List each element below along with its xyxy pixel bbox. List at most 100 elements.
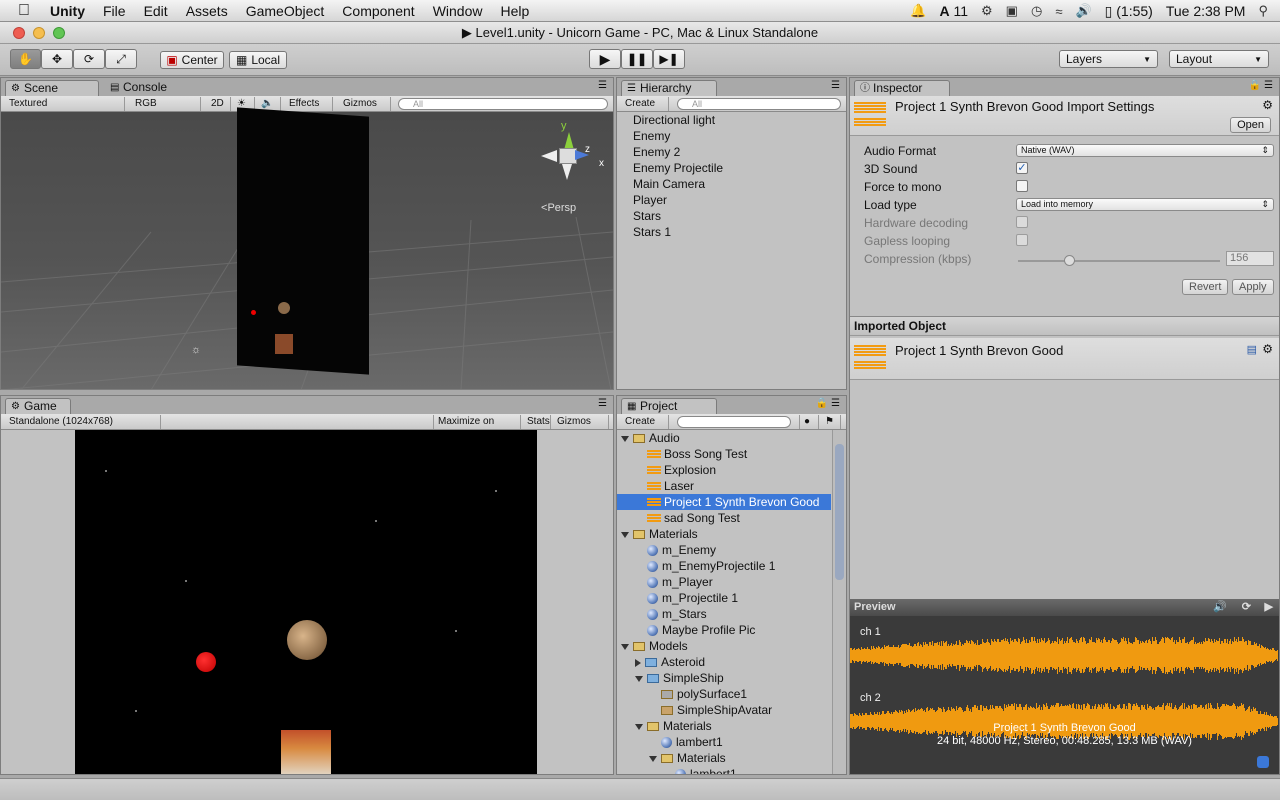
filter-by-type-button[interactable]: ● bbox=[799, 415, 819, 429]
project-tree-row[interactable]: SimpleShipAvatar bbox=[617, 702, 831, 718]
project-tree-row[interactable]: lambert1 bbox=[617, 766, 831, 774]
inspector-lock-icon[interactable]: 🔒 bbox=[1249, 80, 1261, 91]
hierarchy-item[interactable]: Player bbox=[633, 192, 667, 208]
compression-slider-track[interactable] bbox=[1018, 260, 1220, 262]
project-tree-row[interactable]: Boss Song Test bbox=[617, 446, 831, 462]
menu-assets[interactable]: Assets bbox=[186, 0, 228, 22]
project-create-dropdown[interactable]: Create bbox=[621, 415, 669, 429]
menu-edit[interactable]: Edit bbox=[144, 0, 168, 22]
scene-viewport[interactable]: ☼ y z x <Persp bbox=[1, 107, 613, 389]
shading-mode-dropdown[interactable]: Textured bbox=[5, 97, 125, 111]
apple-icon[interactable]:  bbox=[18, 0, 38, 22]
hierarchy-search-input[interactable]: All bbox=[677, 98, 841, 110]
scene-gizmos-dropdown[interactable]: Gizmos bbox=[339, 97, 391, 111]
project-tree-row[interactable]: Audio bbox=[617, 430, 831, 446]
background-quad[interactable] bbox=[237, 107, 369, 375]
hierarchy-item[interactable]: Enemy 2 bbox=[633, 144, 680, 160]
time-machine-icon[interactable]: ◷ bbox=[1031, 3, 1042, 19]
menu-file[interactable]: File bbox=[103, 0, 126, 22]
collapse-arrow-icon[interactable] bbox=[635, 658, 641, 667]
wifi-icon[interactable]: ≈ bbox=[1055, 4, 1062, 19]
gear-circle-icon[interactable]: ⚙ bbox=[981, 3, 993, 19]
open-button[interactable]: Open bbox=[1230, 117, 1271, 133]
project-tree-row[interactable]: Laser bbox=[617, 478, 831, 494]
maximize-on-play-toggle[interactable]: Maximize on Play bbox=[433, 415, 521, 441]
project-tree-row[interactable]: m_EnemyProjectile 1 bbox=[617, 558, 831, 574]
menu-help[interactable]: Help bbox=[500, 0, 529, 22]
expand-arrow-icon[interactable] bbox=[621, 531, 629, 538]
scene-search-input[interactable]: All bbox=[398, 98, 608, 110]
preview-resize-icon[interactable] bbox=[1257, 756, 1269, 768]
pause-button[interactable]: ❚❚ bbox=[621, 49, 653, 69]
tab-scene[interactable]: ⚙ Scene bbox=[5, 80, 99, 96]
tab-game[interactable]: ⚙ Game bbox=[5, 398, 71, 414]
project-tree-row[interactable]: Materials bbox=[617, 526, 831, 542]
project-tree-row[interactable]: m_Player bbox=[617, 574, 831, 590]
project-tree-row[interactable]: Materials bbox=[617, 750, 831, 766]
player-object[interactable] bbox=[275, 334, 293, 354]
preview-play-icon[interactable]: ▶ bbox=[1265, 599, 1273, 616]
hierarchy-item[interactable]: Directional light bbox=[633, 112, 715, 128]
pivot-local-toggle[interactable]: ▦ Local bbox=[229, 51, 287, 69]
hierarchy-item[interactable]: Stars bbox=[633, 208, 661, 224]
play-button[interactable]: ▶ bbox=[589, 49, 621, 69]
project-tree-row[interactable]: lambert1 bbox=[617, 734, 831, 750]
inspector-menu-icon[interactable]: ☰ bbox=[1264, 80, 1273, 91]
menu-component[interactable]: Component bbox=[342, 0, 414, 22]
panel-menu-icon[interactable]: ☰ bbox=[598, 80, 607, 91]
project-tree-row[interactable]: Models bbox=[617, 638, 831, 654]
asteroid-object[interactable] bbox=[278, 302, 290, 314]
gapless-looping-checkbox[interactable] bbox=[1016, 234, 1028, 246]
menu-gameobject[interactable]: GameObject bbox=[246, 0, 325, 22]
imported-gear-icon[interactable]: ⚙ bbox=[1262, 342, 1273, 356]
close-window-button[interactable] bbox=[13, 27, 25, 39]
stats-toggle[interactable]: Stats bbox=[523, 415, 551, 429]
adobe-status[interactable]: A 11 bbox=[939, 3, 968, 19]
hardware-decoding-checkbox[interactable] bbox=[1016, 216, 1028, 228]
layers-dropdown[interactable]: Layers ▼ bbox=[1059, 50, 1158, 68]
project-tree-row[interactable]: m_Enemy bbox=[617, 542, 831, 558]
hierarchy-item[interactable]: Stars 1 bbox=[633, 224, 671, 240]
lock-icon[interactable]: 🔒 bbox=[816, 398, 828, 409]
hierarchy-create-dropdown[interactable]: Create bbox=[621, 97, 669, 111]
volume-icon[interactable]: 🔊 bbox=[1075, 3, 1091, 19]
expand-arrow-icon[interactable] bbox=[649, 755, 657, 762]
3d-sound-checkbox[interactable]: ✓ bbox=[1016, 162, 1028, 174]
project-tree-row[interactable]: Maybe Profile Pic bbox=[617, 622, 831, 638]
force-to-mono-checkbox[interactable] bbox=[1016, 180, 1028, 192]
scene-orientation-gizmo[interactable]: y z x bbox=[541, 120, 609, 190]
hierarchy-item[interactable]: Enemy Projectile bbox=[633, 160, 723, 176]
bell-icon[interactable]: 🔔 bbox=[910, 3, 926, 19]
clock[interactable]: Tue 2:38 PM bbox=[1166, 3, 1246, 19]
project-tree-row[interactable]: m_Projectile 1 bbox=[617, 590, 831, 606]
compression-value-field[interactable]: 156 bbox=[1226, 251, 1274, 266]
menu-window[interactable]: Window bbox=[433, 0, 483, 22]
battery-status[interactable]: ▯ (1:55) bbox=[1105, 3, 1153, 20]
preview-volume-icon[interactable]: 🔊 bbox=[1213, 599, 1227, 616]
axis-neg-x-cone[interactable] bbox=[541, 150, 557, 162]
minimize-window-button[interactable] bbox=[33, 27, 45, 39]
hand-tool-button[interactable]: ✋ bbox=[10, 49, 41, 69]
help-book-icon[interactable]: ▤ bbox=[1247, 343, 1257, 356]
project-tree-row[interactable]: polySurface1 bbox=[617, 686, 831, 702]
expand-arrow-icon[interactable] bbox=[635, 723, 643, 730]
hierarchy-item[interactable]: Main Camera bbox=[633, 176, 705, 192]
resolution-dropdown[interactable]: Standalone (1024x768) bbox=[5, 415, 161, 429]
hierarchy-menu-icon[interactable]: ☰ bbox=[831, 80, 840, 91]
axis-neg-y-cone[interactable] bbox=[562, 164, 572, 180]
filter-by-label-button[interactable]: ⚑ bbox=[821, 415, 841, 429]
project-tree-row[interactable]: SimpleShip bbox=[617, 670, 831, 686]
project-tree-row[interactable]: Asteroid bbox=[617, 654, 831, 670]
step-button[interactable]: ▶❚ bbox=[653, 49, 685, 69]
mode-2d-toggle[interactable]: 2D bbox=[207, 97, 231, 111]
zoom-window-button[interactable] bbox=[53, 27, 65, 39]
project-search-input[interactable] bbox=[677, 416, 791, 428]
light-icon[interactable]: ☼ bbox=[191, 344, 201, 356]
project-scrollbar-thumb[interactable] bbox=[835, 444, 844, 580]
audio-format-dropdown[interactable]: Native (WAV) ⇕ bbox=[1016, 144, 1274, 157]
spotlight-search-icon[interactable]: ⚲ bbox=[1258, 3, 1268, 19]
move-tool-button[interactable]: ✥ bbox=[41, 49, 73, 69]
render-mode-dropdown[interactable]: RGB bbox=[131, 97, 201, 111]
apply-button[interactable]: Apply bbox=[1232, 279, 1274, 295]
tab-console[interactable]: ▤ Console bbox=[105, 80, 185, 96]
